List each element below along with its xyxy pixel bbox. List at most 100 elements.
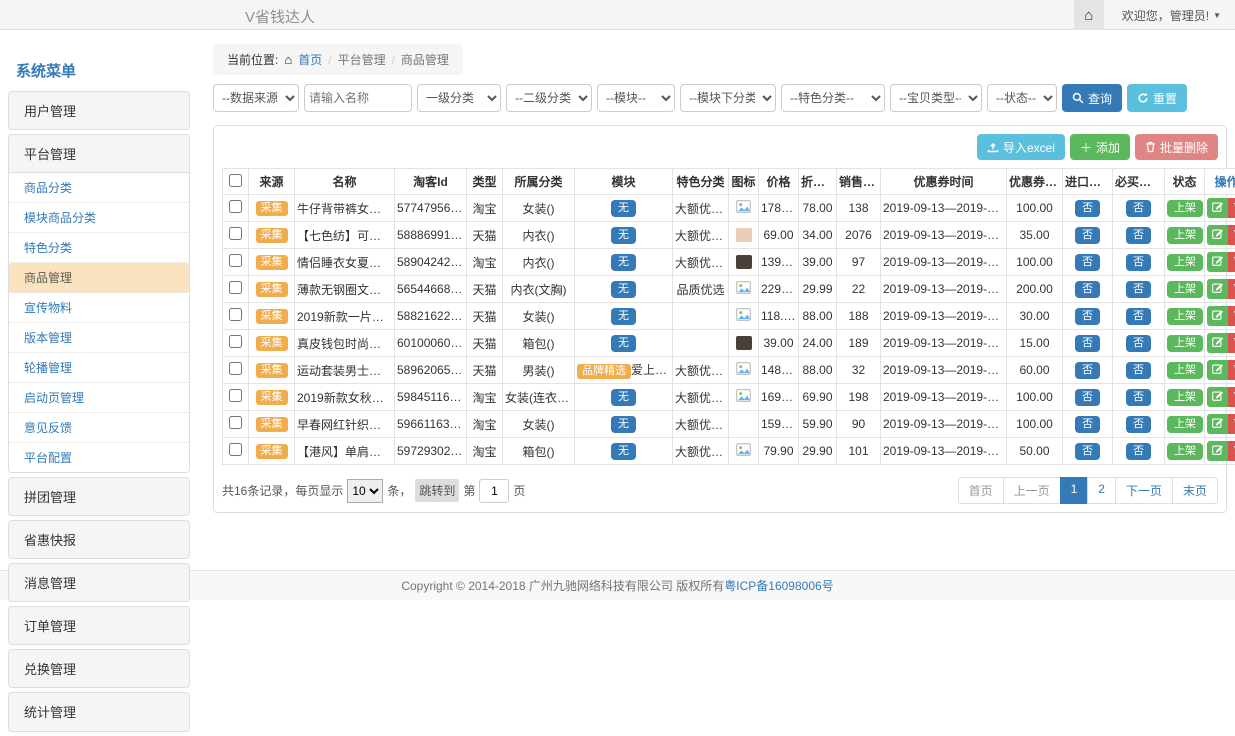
edit-button[interactable] bbox=[1207, 360, 1228, 380]
import-select-toggle[interactable]: 否 bbox=[1075, 281, 1100, 298]
module-badge[interactable]: 品牌精选 bbox=[577, 364, 631, 379]
filter-select-宝贝类型[interactable]: --宝贝类型-- bbox=[890, 84, 982, 112]
jump-button[interactable]: 跳转到 bbox=[415, 479, 459, 502]
delete-button[interactable] bbox=[1228, 306, 1235, 326]
sidebar-group-统计管理[interactable]: 统计管理 bbox=[9, 693, 189, 730]
must-buy-toggle[interactable]: 否 bbox=[1126, 416, 1151, 433]
edit-button[interactable] bbox=[1207, 387, 1228, 407]
delete-button[interactable] bbox=[1228, 414, 1235, 434]
sidebar-group-拼团管理[interactable]: 拼团管理 bbox=[9, 478, 189, 515]
filter-select-一级分类[interactable]: 一级分类 bbox=[417, 84, 501, 112]
sidebar-group-平台管理[interactable]: 平台管理 bbox=[9, 135, 189, 172]
import-select-toggle[interactable]: 否 bbox=[1075, 335, 1100, 352]
sidebar-item-轮播管理[interactable]: 轮播管理 bbox=[9, 353, 189, 383]
jump-page-input[interactable] bbox=[479, 479, 509, 503]
sidebar-group-兑换管理[interactable]: 兑换管理 bbox=[9, 650, 189, 687]
breadcrumb-home-link[interactable]: 首页 bbox=[298, 51, 322, 68]
import-select-toggle[interactable]: 否 bbox=[1075, 362, 1100, 379]
sidebar-item-平台配置[interactable]: 平台配置 bbox=[9, 443, 189, 472]
edit-button[interactable] bbox=[1207, 441, 1228, 461]
row-checkbox[interactable] bbox=[229, 443, 242, 456]
must-buy-toggle[interactable]: 否 bbox=[1126, 389, 1151, 406]
row-checkbox[interactable] bbox=[229, 254, 242, 267]
import-select-toggle[interactable]: 否 bbox=[1075, 416, 1100, 433]
delete-button[interactable] bbox=[1228, 225, 1235, 245]
pager-1[interactable]: 1 bbox=[1060, 477, 1089, 504]
import-select-toggle[interactable]: 否 bbox=[1075, 254, 1100, 271]
status-toggle[interactable]: 上架 bbox=[1167, 281, 1203, 298]
import-select-toggle[interactable]: 否 bbox=[1075, 227, 1100, 244]
status-toggle[interactable]: 上架 bbox=[1167, 362, 1203, 379]
import-select-toggle[interactable]: 否 bbox=[1075, 443, 1100, 460]
status-toggle[interactable]: 上架 bbox=[1167, 416, 1203, 433]
sidebar-group-订单管理[interactable]: 订单管理 bbox=[9, 607, 189, 644]
delete-button[interactable] bbox=[1228, 441, 1235, 461]
delete-button[interactable] bbox=[1228, 333, 1235, 353]
row-checkbox[interactable] bbox=[229, 308, 242, 321]
delete-button[interactable] bbox=[1228, 252, 1235, 272]
sidebar-item-特色分类[interactable]: 特色分类 bbox=[9, 233, 189, 263]
edit-button[interactable] bbox=[1207, 198, 1228, 218]
sidebar-item-宣传物料[interactable]: 宣传物料 bbox=[9, 293, 189, 323]
icp-link[interactable]: 粤ICP备16098006号 bbox=[724, 577, 833, 594]
status-toggle[interactable]: 上架 bbox=[1167, 254, 1203, 271]
must-buy-toggle[interactable]: 否 bbox=[1126, 308, 1151, 325]
pager-2[interactable]: 2 bbox=[1087, 477, 1116, 504]
import-select-toggle[interactable]: 否 bbox=[1075, 389, 1100, 406]
reset-button[interactable]: 重置 bbox=[1127, 84, 1187, 112]
add-button[interactable]: ＋ 添加 bbox=[1070, 134, 1130, 160]
must-buy-toggle[interactable]: 否 bbox=[1126, 443, 1151, 460]
module-badge[interactable]: 无 bbox=[611, 281, 636, 298]
pager-上一页[interactable]: 上一页 bbox=[1003, 477, 1061, 504]
filter-select-模块[interactable]: --模块-- bbox=[597, 84, 675, 112]
home-icon[interactable]: ⌂ bbox=[1074, 0, 1104, 30]
filter-select-状态[interactable]: --状态-- bbox=[987, 84, 1057, 112]
module-badge[interactable]: 无 bbox=[611, 335, 636, 352]
must-buy-toggle[interactable]: 否 bbox=[1126, 200, 1151, 217]
edit-button[interactable] bbox=[1207, 225, 1228, 245]
sidebar-group-省惠快报[interactable]: 省惠快报 bbox=[9, 521, 189, 558]
filter-select-二级分类[interactable]: --二级分类-- bbox=[506, 84, 592, 112]
row-checkbox[interactable] bbox=[229, 416, 242, 429]
sidebar-group-用户管理[interactable]: 用户管理 bbox=[9, 92, 189, 129]
row-checkbox[interactable] bbox=[229, 227, 242, 240]
module-badge[interactable]: 无 bbox=[611, 254, 636, 271]
edit-button[interactable] bbox=[1207, 279, 1228, 299]
must-buy-toggle[interactable]: 否 bbox=[1126, 335, 1151, 352]
sidebar-item-意见反馈[interactable]: 意见反馈 bbox=[9, 413, 189, 443]
sidebar-group-消息管理[interactable]: 消息管理 bbox=[9, 564, 189, 601]
pager-下一页[interactable]: 下一页 bbox=[1115, 477, 1173, 504]
import-excel-button[interactable]: 导入excel bbox=[977, 134, 1065, 160]
must-buy-toggle[interactable]: 否 bbox=[1126, 227, 1151, 244]
delete-button[interactable] bbox=[1228, 360, 1235, 380]
module-badge[interactable]: 无 bbox=[611, 443, 636, 460]
name-search-input[interactable] bbox=[304, 84, 412, 112]
filter-select-模块下分类[interactable]: --模块下分类-- bbox=[680, 84, 776, 112]
row-checkbox[interactable] bbox=[229, 200, 242, 213]
module-badge[interactable]: 无 bbox=[611, 308, 636, 325]
edit-button[interactable] bbox=[1207, 252, 1228, 272]
import-select-toggle[interactable]: 否 bbox=[1075, 200, 1100, 217]
status-toggle[interactable]: 上架 bbox=[1167, 335, 1203, 352]
status-toggle[interactable]: 上架 bbox=[1167, 227, 1203, 244]
row-checkbox[interactable] bbox=[229, 335, 242, 348]
module-badge[interactable]: 无 bbox=[611, 389, 636, 406]
status-toggle[interactable]: 上架 bbox=[1167, 389, 1203, 406]
module-badge[interactable]: 无 bbox=[611, 416, 636, 433]
sidebar-item-模块商品分类[interactable]: 模块商品分类 bbox=[9, 203, 189, 233]
row-checkbox[interactable] bbox=[229, 389, 242, 402]
must-buy-toggle[interactable]: 否 bbox=[1126, 362, 1151, 379]
sidebar-item-商品管理[interactable]: 商品管理 bbox=[9, 263, 189, 293]
row-checkbox[interactable] bbox=[229, 281, 242, 294]
delete-button[interactable] bbox=[1228, 198, 1235, 218]
sidebar-item-启动页管理[interactable]: 启动页管理 bbox=[9, 383, 189, 413]
sidebar-item-版本管理[interactable]: 版本管理 bbox=[9, 323, 189, 353]
user-menu[interactable]: 欢迎您，管理员! ▼ bbox=[1104, 0, 1235, 30]
edit-button[interactable] bbox=[1207, 333, 1228, 353]
sidebar-item-商品分类[interactable]: 商品分类 bbox=[9, 173, 189, 203]
pager-末页[interactable]: 末页 bbox=[1172, 477, 1218, 504]
delete-button[interactable] bbox=[1228, 279, 1235, 299]
must-buy-toggle[interactable]: 否 bbox=[1126, 281, 1151, 298]
filter-select-数据来源[interactable]: --数据来源-- bbox=[213, 84, 299, 112]
search-button[interactable]: 查询 bbox=[1062, 84, 1122, 112]
